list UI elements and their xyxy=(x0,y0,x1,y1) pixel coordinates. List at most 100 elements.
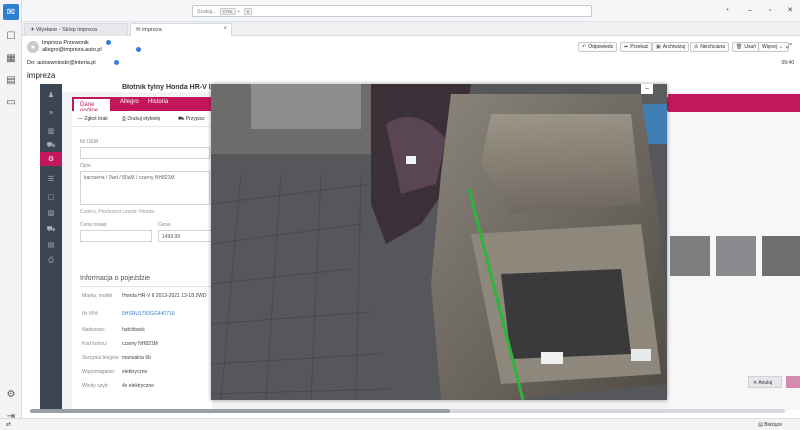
maximize-icon[interactable]: ▫ xyxy=(765,5,775,15)
tab-label: Wysłane - Sklep impreza xyxy=(36,27,97,33)
scrollbar-thumb[interactable] xyxy=(30,409,450,413)
archive-label: Archiwizuj xyxy=(662,44,686,50)
tab-label: impreza xyxy=(142,27,162,33)
menu-icon: ≡ xyxy=(48,109,54,117)
vehicle-row: Nr VIN: 5HSRU1750GG440716 xyxy=(80,311,212,322)
inner-sidebar: ♟ ≡ ▥ ⛟ ⚙ ☰ ▢ ▨ ⛟ ▤ ⎙ xyxy=(40,84,62,410)
spam-label: Niechciana xyxy=(700,44,725,50)
vehicle-value: Honda HR-V II 2013-2021 13-18 2WD xyxy=(122,293,207,299)
opis-label: Opis: xyxy=(80,163,92,169)
toolbar-label: Zgłoś brak xyxy=(84,116,108,122)
reply-button[interactable]: ↶ Odpowiedz xyxy=(578,42,618,52)
print-icon: ⎙ xyxy=(48,257,54,264)
status-right[interactable]: ▤ Bieżące xyxy=(758,422,782,428)
search-input[interactable]: Szukaj... CTRL + K xyxy=(192,5,592,17)
photo-close-button[interactable]: − xyxy=(641,84,653,94)
opis-field: karoseria / 2wd / 80uM / czarny NH821M xyxy=(80,171,210,205)
to-label: Do: xyxy=(27,60,36,66)
car-floor-photo-graphic xyxy=(211,84,667,400)
spam-icon: ⊘ xyxy=(694,44,699,50)
recipient-line: Do: autoswnioskr@interia.pl xyxy=(27,60,96,66)
gears-icon: ⚙ xyxy=(47,156,55,163)
forward-button[interactable]: ➦ Przekaż xyxy=(620,42,653,52)
chat-icon[interactable]: ▭ xyxy=(3,94,19,110)
verified-icon xyxy=(106,40,111,45)
message-subject: impreza xyxy=(27,71,56,80)
inner-form-panel: — Zgłoś brak ⎙ Drukuj etykietę ⛟ Przypis… xyxy=(72,111,212,410)
calendar-icon[interactable]: ▦ xyxy=(3,50,19,66)
vehicle-key: Nadwozie: xyxy=(82,327,106,333)
trash-icon: 🗑 xyxy=(736,44,743,50)
forward-label: Przekaż xyxy=(630,44,649,50)
box-icon: ▢ xyxy=(47,194,55,201)
avatar: ● xyxy=(27,41,39,53)
layers-icon: ▥ xyxy=(47,128,55,135)
mail-app-icon[interactable]: ✉ xyxy=(3,4,19,20)
recipient-address[interactable]: autoswnioskr@interia.pl xyxy=(37,60,95,66)
inner-toolbar: — Zgłoś brak ⎙ Drukuj etykietę ⛟ Przypis… xyxy=(72,111,212,127)
vehicle-key: Windy szyb: xyxy=(82,383,109,389)
vehicle-value: hatchback xyxy=(122,327,145,333)
tab-message[interactable]: ✉ impreza × xyxy=(130,23,232,36)
verified-icon xyxy=(114,60,119,65)
inner-toolbar-item: ⛟ Przypisz xyxy=(178,116,205,122)
chevron-down-icon: ⌄ xyxy=(779,44,784,50)
user-icon: ♟ xyxy=(47,92,55,99)
close-tab-icon[interactable]: × xyxy=(223,26,227,32)
search-placeholder: Szukaj... xyxy=(197,9,217,15)
sync-icon[interactable]: ⇄ xyxy=(6,421,11,428)
cena-value: 1499.99 xyxy=(162,234,181,240)
nr-oem-field xyxy=(80,147,210,159)
sender-email[interactable]: allegro@impreza.auto.pl xyxy=(42,47,102,53)
tasks-icon[interactable]: ▤ xyxy=(3,72,19,88)
horizontal-scrollbar[interactable] xyxy=(30,409,785,413)
vehicle-key: Kod koloru: xyxy=(82,341,108,347)
delete-label: Usuń xyxy=(744,44,757,50)
delete-button[interactable]: 🗑 Usuń xyxy=(732,42,761,52)
inner-tab-label: Historia xyxy=(148,99,169,105)
photo-thumbnail xyxy=(716,236,756,276)
vehicle-key: Wspomaganie: xyxy=(82,369,116,375)
more-label: Więcej xyxy=(762,44,778,50)
opis-text: karoseria / 2wd / 80uM / czarny NH821M xyxy=(84,175,175,181)
tab-sent[interactable]: ✈ Wysłane - Sklep impreza xyxy=(24,23,128,36)
producer-line: Czarny, Producent części: Honda xyxy=(80,209,154,215)
vehicle-value: manualna 6b xyxy=(122,355,151,361)
spam-button[interactable]: ⊘ Niechciana xyxy=(690,42,729,52)
vehicle-value: czarny NH821M xyxy=(122,341,158,347)
inner-tab-label: Allegro xyxy=(120,99,139,105)
status-bar: ⇄ ▤ Bieżące xyxy=(0,418,800,430)
inner-cancel-button: ✕ Anuluj xyxy=(748,376,782,388)
reply-label: Odpowiedz xyxy=(588,44,614,50)
toolbar-label: Drukuj etykietę xyxy=(127,116,161,122)
nr-oem-label: Nr OEM xyxy=(80,139,99,145)
inner-right-header xyxy=(668,94,800,112)
vehicle-section-title: Informacja o pojeździe xyxy=(80,275,212,287)
archive-icon: ▣ xyxy=(656,44,661,50)
forward-icon: ➦ xyxy=(624,44,629,50)
list-icon: ☰ xyxy=(47,176,55,183)
vehicle-value: 5HSRU1750GG440716 xyxy=(122,311,175,317)
vehicle-key: Nr VIN: xyxy=(82,311,99,317)
top-bar: Szukaj... CTRL + K ◔ – ▫ ✕ xyxy=(22,0,800,22)
status-label: Bieżące xyxy=(764,422,782,428)
bell-icon[interactable]: ◔ xyxy=(722,5,732,15)
verified-icon xyxy=(136,47,141,52)
archive-button[interactable]: ▣ Archiwizuj xyxy=(652,42,690,52)
contacts-icon[interactable]: ☐ xyxy=(3,28,19,44)
cena-field: 1499.99 xyxy=(158,230,212,242)
inner-right-pane xyxy=(668,112,800,410)
vehicle-value: 4x elektryczne xyxy=(122,383,154,389)
vehicle-row: Nadwozie: hatchback xyxy=(80,327,212,338)
settings-icon[interactable]: ⚙ xyxy=(3,386,19,402)
image-icon: ▨ xyxy=(47,210,55,217)
close-icon[interactable]: ✕ xyxy=(785,5,795,15)
shortcut-plus: + xyxy=(237,9,241,15)
photo-thumbnail xyxy=(670,236,710,276)
cancel-label: Anuluj xyxy=(758,380,773,386)
minimize-icon[interactable]: – xyxy=(745,5,755,15)
toolbar-label: Przypisz xyxy=(185,116,205,122)
tab-bar: ✈ Wysłane - Sklep impreza ✉ impreza × xyxy=(22,22,800,36)
expand-icon[interactable]: ⤢ xyxy=(784,42,794,52)
shortcut-key: CTRL xyxy=(219,8,237,15)
